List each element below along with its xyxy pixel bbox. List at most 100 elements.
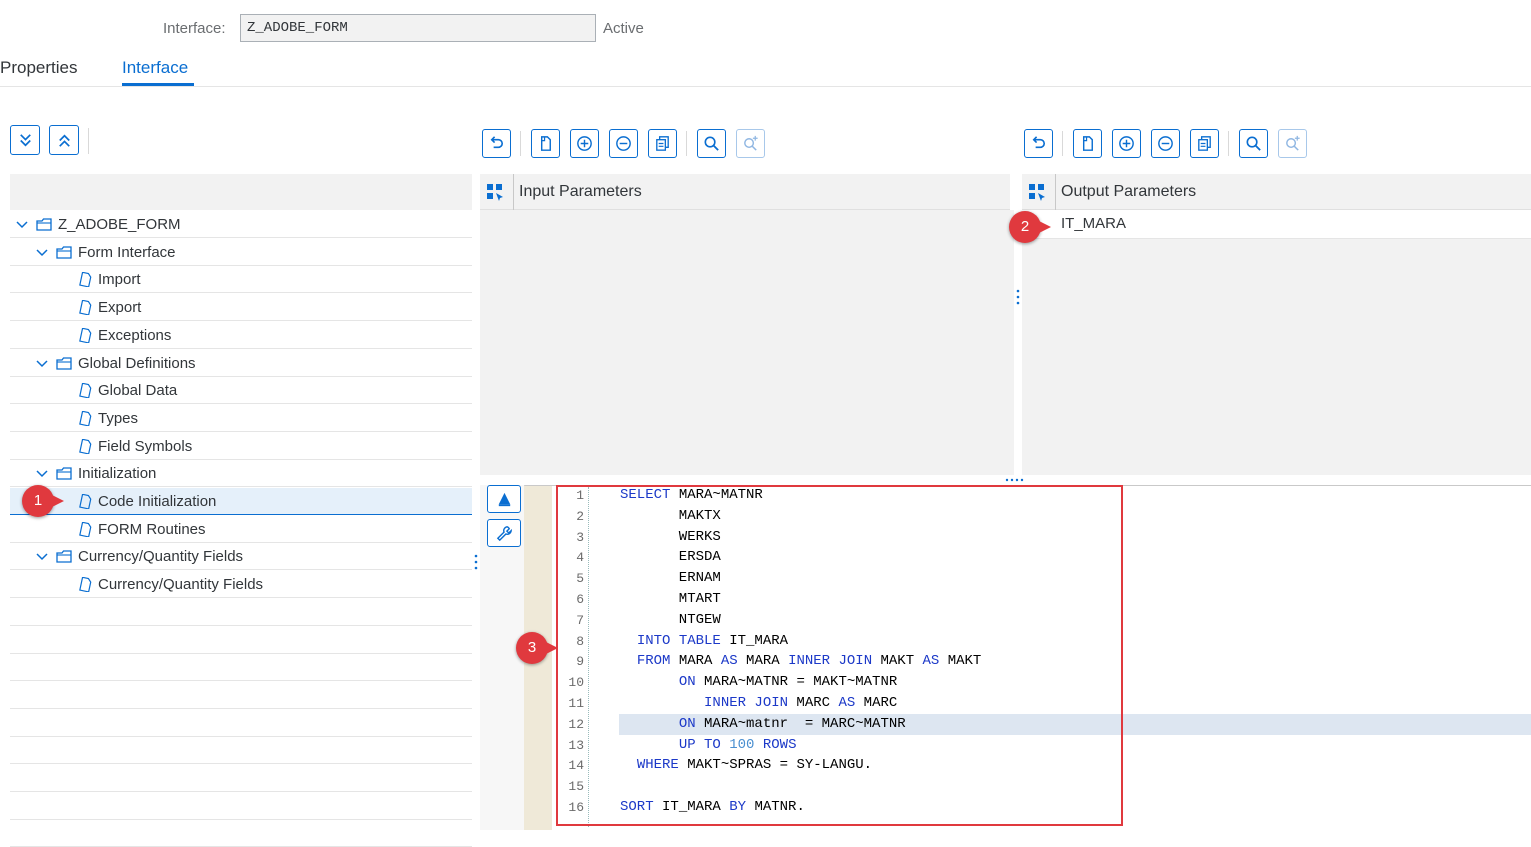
- callout-badge-2: 2: [1009, 211, 1051, 243]
- folder-icon: [56, 356, 72, 370]
- new-document-icon: [1082, 136, 1093, 151]
- tab-properties[interactable]: Properties: [0, 58, 77, 78]
- empty-tree-row: [10, 765, 472, 792]
- document-icon: [79, 327, 92, 343]
- tree-node[interactable]: Global Data: [10, 377, 472, 405]
- tree-node-label: Exceptions: [98, 326, 172, 344]
- tree-node[interactable]: Z_ADOBE_FORM: [10, 211, 472, 238]
- tree-node-label: Field Symbols: [98, 437, 193, 455]
- output-new-document-button[interactable]: [1073, 129, 1102, 158]
- tree-header: [10, 174, 472, 210]
- empty-tree-row: [10, 599, 472, 626]
- empty-tree-row: [10, 820, 472, 847]
- tree-node-label: Global Definitions: [78, 354, 196, 372]
- remove-circle-icon: [616, 136, 631, 151]
- tree-node[interactable]: Global Definitions: [10, 350, 472, 377]
- tree-node[interactable]: FORM Routines: [10, 516, 472, 543]
- folder-icon: [56, 246, 72, 259]
- input-search-button[interactable]: [697, 129, 726, 158]
- chevron-down-icon[interactable]: [35, 460, 49, 487]
- tree-node[interactable]: Field Symbols: [10, 433, 472, 460]
- search-next-icon: [744, 135, 758, 151]
- collapse-all-button[interactable]: [49, 125, 79, 155]
- input-search-next-button[interactable]: [736, 129, 765, 158]
- layout-grid-icon[interactable]: [486, 183, 504, 201]
- status-text: Active: [603, 20, 644, 37]
- tree-node[interactable]: Currency/Quantity Fields: [10, 571, 472, 599]
- output-params-title: Output Parameters: [1061, 183, 1197, 200]
- toolbar-separator: [88, 128, 89, 154]
- tree-node[interactable]: Form Interface: [10, 239, 472, 266]
- output-search-button[interactable]: [1239, 129, 1268, 158]
- splitter-grip-icon: [474, 554, 478, 570]
- tree-node[interactable]: Types: [10, 405, 472, 432]
- tree-node[interactable]: Currency/Quantity Fields: [10, 543, 472, 571]
- output-undo-button[interactable]: [1024, 129, 1053, 158]
- input-params-table: [480, 210, 1014, 475]
- input-copy-button[interactable]: [648, 129, 677, 158]
- tab-interface[interactable]: Interface: [122, 58, 188, 78]
- wrench-icon: [496, 525, 512, 541]
- tree-node-label: Types: [98, 409, 139, 427]
- table-row[interactable]: IT_MARA: [1022, 210, 1531, 239]
- tree-node-label: Currency/Quantity Fields: [78, 548, 244, 566]
- chevron-down-icon[interactable]: [35, 239, 49, 266]
- chevron-down-icon[interactable]: [15, 211, 29, 238]
- pattern-button[interactable]: [487, 485, 521, 513]
- pretty-printer-button[interactable]: [487, 519, 521, 547]
- add-circle-icon: [1119, 136, 1134, 151]
- folder-icon: [36, 218, 52, 231]
- empty-tree-row: [10, 710, 472, 737]
- document-icon: [79, 577, 92, 593]
- tree-node[interactable]: Initialization: [10, 460, 472, 488]
- input-remove-circle-button[interactable]: [609, 129, 638, 158]
- expand-all-button[interactable]: [10, 125, 40, 155]
- search-icon: [1246, 136, 1261, 151]
- document-icon: [79, 521, 92, 537]
- toolbar-separator: [1228, 131, 1229, 156]
- interface-name-field[interactable]: Z_ADOBE_FORM: [240, 14, 596, 42]
- output-search-next-button[interactable]: [1278, 129, 1307, 158]
- interface-label: Interface:: [163, 20, 226, 37]
- add-circle-icon: [577, 136, 592, 151]
- input-params-header: Input Parameters: [480, 174, 1010, 210]
- horizontal-splitter[interactable]: [480, 475, 1531, 485]
- tree-node[interactable]: Code Initialization: [10, 488, 472, 515]
- copy-icon: [656, 136, 669, 151]
- splitter-grip-icon: [1016, 289, 1020, 305]
- empty-tree-row: [10, 682, 472, 709]
- tree-node[interactable]: Export: [10, 294, 472, 322]
- document-icon: [79, 272, 92, 288]
- layout-grid-icon[interactable]: [1028, 183, 1046, 201]
- tab-divider: [0, 86, 1531, 87]
- input-params-title: Input Parameters: [519, 183, 642, 200]
- new-document-icon: [540, 136, 551, 151]
- search-next-icon: [1286, 135, 1300, 151]
- toolbar-separator: [686, 131, 687, 156]
- param-name: IT_MARA: [1061, 215, 1127, 232]
- chevron-down-icon[interactable]: [35, 543, 49, 570]
- input-new-document-button[interactable]: [531, 129, 560, 158]
- pattern-icon: [498, 492, 510, 506]
- output-remove-circle-button[interactable]: [1151, 129, 1180, 158]
- input-undo-button[interactable]: [482, 129, 511, 158]
- vertical-splitter[interactable]: [472, 126, 480, 830]
- empty-tree-row: [10, 737, 472, 765]
- tree-node[interactable]: Import: [10, 266, 472, 294]
- output-add-circle-button[interactable]: [1112, 129, 1141, 158]
- copy-icon: [1198, 136, 1211, 151]
- document-icon: [79, 438, 92, 454]
- input-add-circle-button[interactable]: [570, 129, 599, 158]
- callout-badge-3: 3: [516, 632, 558, 664]
- undo-icon: [490, 136, 503, 149]
- empty-tree-row: [10, 654, 472, 682]
- tree-node-label: Z_ADOBE_FORM: [58, 216, 181, 233]
- empty-tree-row: [10, 793, 472, 820]
- output-copy-button[interactable]: [1190, 129, 1219, 158]
- chevron-down-icon[interactable]: [35, 350, 49, 377]
- tree-node-label: Initialization: [78, 465, 157, 483]
- tree-node[interactable]: Exceptions: [10, 322, 472, 349]
- header-divider: [1055, 174, 1056, 210]
- tree-node-label: Code Initialization: [98, 493, 217, 510]
- collapse-all-icon: [58, 134, 70, 147]
